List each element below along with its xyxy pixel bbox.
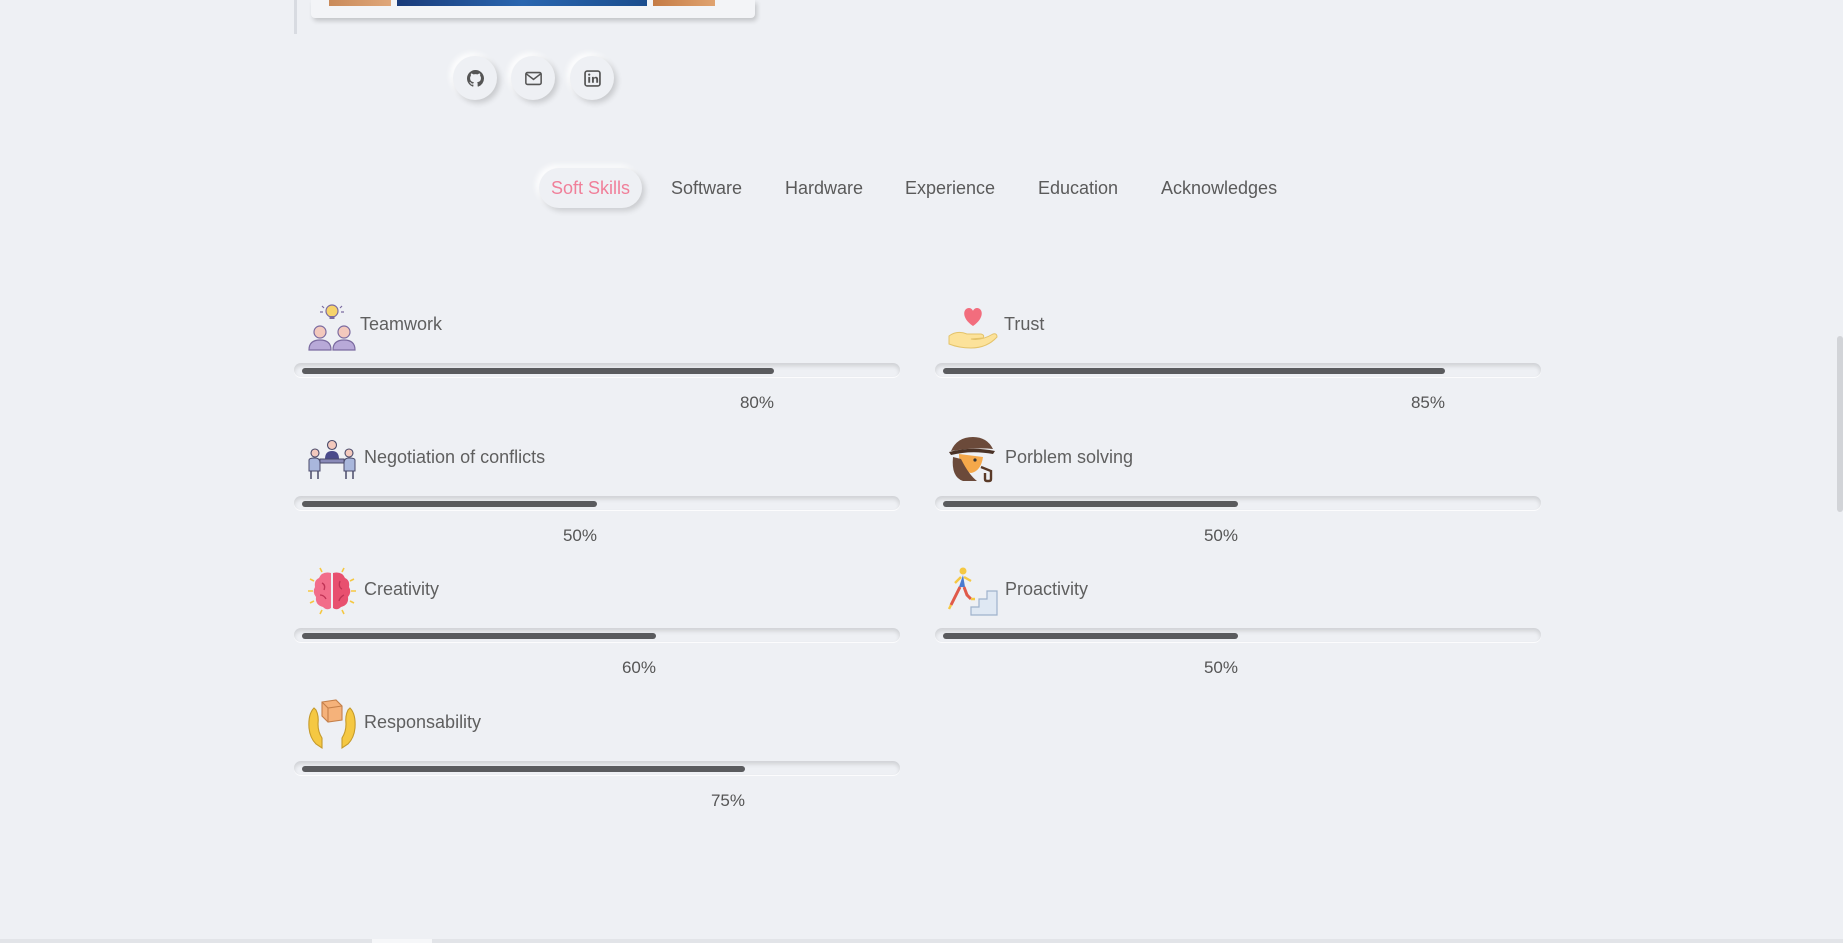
negotiation-icon: [308, 439, 356, 479]
skill-progress-track: [294, 363, 900, 377]
hands-box-icon: [308, 699, 356, 750]
skill-teamwork: Teamwork 80%: [294, 300, 902, 430]
scrollbar-thumb[interactable]: [1837, 336, 1843, 512]
brain-icon: [308, 567, 356, 615]
project-card-images: [311, 0, 755, 18]
skill-percent: 50%: [562, 526, 597, 545]
skill-progress-fill: [302, 501, 597, 507]
tab-experience[interactable]: Experience: [905, 168, 995, 208]
skill-progress-track: [294, 628, 900, 642]
github-icon: [466, 69, 484, 87]
project-thumbnail[interactable]: [329, 0, 391, 6]
skill-percent: 60%: [621, 658, 656, 677]
linkedin-button[interactable]: [570, 56, 614, 100]
tab-soft-skills[interactable]: Soft Skills: [539, 168, 643, 208]
page-bottom-border: [0, 939, 1843, 943]
mail-icon: [524, 71, 542, 85]
skill-progress-fill: [302, 633, 656, 639]
skill-label: Porblem solving: [1005, 447, 1134, 467]
skill-progress-fill: [943, 501, 1238, 507]
skill-proactivity: Proactivity 50%: [935, 565, 1543, 695]
skill-progress-fill: [302, 766, 745, 772]
skill-progress-track: [935, 496, 1541, 510]
skill-progress-track: [935, 628, 1541, 642]
skill-progress-fill: [302, 368, 774, 374]
skill-label: Proactivity: [1005, 579, 1089, 599]
tab-software[interactable]: Software: [671, 168, 742, 208]
skill-creativity: Creativity 60%: [294, 565, 902, 695]
teamwork-icon: [308, 304, 356, 351]
skill-progress-track: [935, 363, 1541, 377]
project-thumbnail[interactable]: [653, 0, 715, 6]
skill-label: Creativity: [364, 579, 440, 599]
skills-tab-bar: Soft Skills Software Hardware Experience…: [0, 168, 1843, 208]
github-button[interactable]: [453, 56, 497, 100]
linkedin-icon: [583, 69, 601, 87]
tab-education[interactable]: Education: [1038, 168, 1118, 208]
skill-negotiation: Negotiation of conflicts 50%: [294, 433, 902, 563]
skill-problem-solving: Porblem solving 50%: [935, 433, 1543, 563]
skill-label: Teamwork: [360, 314, 443, 334]
skill-progress-track: [294, 496, 900, 510]
skill-label: Negotiation of conflicts: [364, 447, 546, 467]
detective-icon: [949, 437, 995, 483]
project-card: [294, 0, 761, 34]
bottom-border-highlight: [372, 939, 432, 943]
skill-percent: 80%: [739, 393, 774, 412]
skill-progress-fill: [943, 633, 1238, 639]
stairs-climber-icon: [947, 567, 998, 616]
skill-label: Responsability: [364, 712, 482, 732]
tab-hardware[interactable]: Hardware: [785, 168, 863, 208]
skill-percent: 85%: [1410, 393, 1445, 412]
skill-percent: 50%: [1203, 526, 1238, 545]
skill-progress-fill: [943, 368, 1445, 374]
skill-responsability: Responsability 75%: [294, 698, 902, 828]
email-button[interactable]: [511, 56, 555, 100]
skill-progress-track: [294, 761, 900, 775]
trust-icon: [948, 308, 998, 349]
skill-percent: 75%: [710, 791, 745, 810]
project-thumbnail[interactable]: [397, 0, 647, 6]
tab-acknowledges[interactable]: Acknowledges: [1161, 168, 1277, 208]
skill-label: Trust: [1004, 314, 1045, 334]
skill-percent: 50%: [1203, 658, 1238, 677]
skill-trust: Trust 85%: [935, 300, 1543, 430]
